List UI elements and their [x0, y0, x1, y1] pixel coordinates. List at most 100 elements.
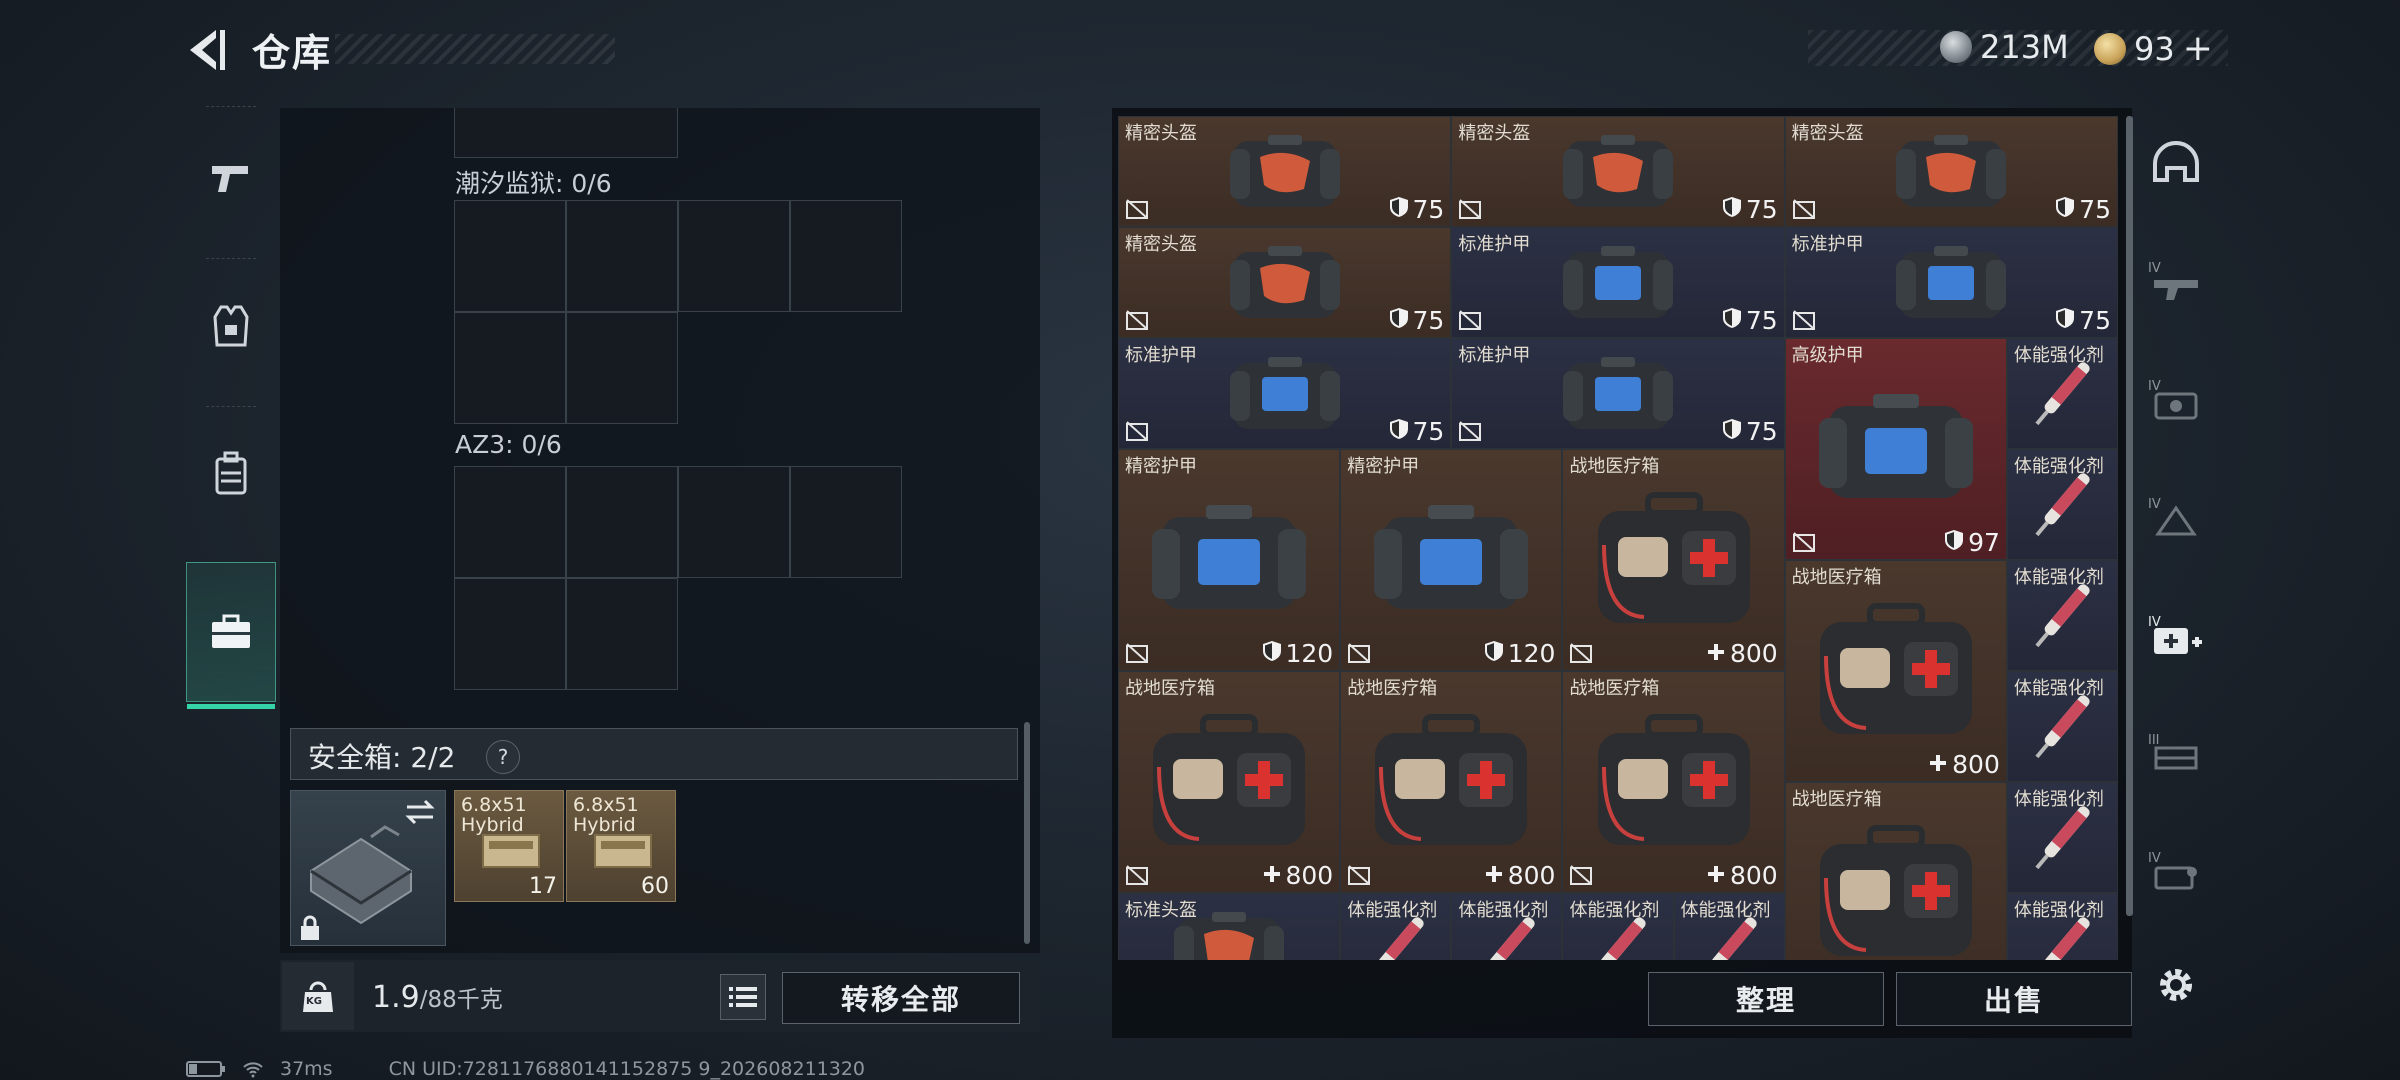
helmet-icon [2153, 141, 2199, 182]
container-slot[interactable] [454, 578, 566, 690]
container-slot[interactable] [566, 200, 678, 312]
weight-unit-label: KG [306, 996, 322, 1007]
stash-scrollbar[interactable] [2126, 116, 2133, 916]
nav-item-weapons[interactable] [186, 108, 276, 248]
help-button[interactable]: ? [486, 740, 520, 774]
stash-item[interactable]: 战地医疗箱 [1784, 782, 2007, 960]
shield-icon [1484, 639, 1504, 668]
stash-item[interactable]: 体能强化剂 [1673, 893, 1785, 960]
medkit-image [1119, 672, 1339, 892]
container-slot[interactable] [566, 312, 678, 424]
container-slot[interactable] [566, 466, 678, 578]
nav-item-tier-misc[interactable]: IV [2136, 816, 2216, 926]
shield-icon [1389, 195, 1409, 224]
list-view-button[interactable] [720, 974, 766, 1020]
no-insurance-icon [1569, 864, 1593, 886]
container-slot[interactable] [678, 466, 790, 578]
item-value: 800 [1928, 750, 2000, 779]
item-value-number: 75 [1412, 306, 1445, 335]
item-name: 体能强化剂 [1347, 900, 1438, 921]
item-name: 精密护甲 [1125, 456, 1197, 477]
stash-item[interactable]: 战地医疗箱 800 [1784, 560, 2007, 782]
stash-item[interactable]: 体能强化剂 [1562, 893, 1674, 960]
item-value-number: 75 [1745, 195, 1778, 224]
item-name: 标准护甲 [1791, 234, 1864, 255]
item-value: 800 [1262, 861, 1333, 890]
container-slot[interactable] [454, 200, 566, 312]
az3-grid [454, 466, 902, 692]
item-value-number: 120 [1507, 639, 1556, 668]
stash-item[interactable]: 高级护甲 97 [1784, 338, 2007, 560]
item-value-number: 75 [1745, 417, 1778, 446]
item-value-number: 97 [1968, 528, 2000, 557]
item-value: 75 [2055, 306, 2111, 335]
sell-button[interactable]: 出售 [1896, 972, 2132, 1026]
nav-item-tier-tool[interactable]: IV [2136, 462, 2216, 572]
stash-item[interactable]: 体能强化剂 [2006, 338, 2118, 449]
equipment-scrollbar[interactable] [1024, 722, 1030, 944]
item-value-number: 75 [1412, 417, 1445, 446]
stash-item[interactable]: 体能强化剂 [2006, 560, 2118, 671]
ammo-item[interactable]: 6.8x51 Hybrid 17 [454, 790, 564, 902]
back-arrow-icon[interactable] [180, 24, 230, 76]
ammo-caliber: 6.8x51 [461, 794, 527, 816]
stash-item[interactable]: 标准护甲 75 [1784, 227, 2118, 338]
nav-item-tier-weapon[interactable]: IV [2136, 226, 2216, 336]
item-name: 体能强化剂 [1680, 900, 1771, 921]
nav-item-armor[interactable] [186, 256, 276, 396]
stash-item[interactable]: 体能强化剂 [2006, 671, 2118, 782]
sort-button[interactable]: 整理 [1648, 972, 1884, 1026]
stash-item[interactable]: 精密护甲 120 [1118, 449, 1341, 671]
transfer-all-button[interactable]: 转移全部 [782, 972, 1020, 1024]
stash-item[interactable]: 精密头盔 75 [1118, 227, 1452, 338]
stash-item[interactable]: 战地医疗箱 800 [1118, 671, 1341, 893]
currency-silver[interactable]: 213M [1940, 28, 2069, 66]
container-slot[interactable] [790, 466, 902, 578]
stash-item[interactable]: 体能强化剂 [1340, 893, 1452, 960]
stash-item[interactable]: 标准护甲 75 [1451, 338, 1785, 449]
item-name: 体能强化剂 [2013, 345, 2104, 366]
rifle-tier-icon: IV [2148, 261, 2198, 300]
stash-item[interactable]: 精密头盔 75 [1451, 116, 1785, 227]
stash-item[interactable]: 标准护甲 75 [1118, 338, 1452, 449]
container-slot[interactable] [790, 200, 902, 312]
container-slot[interactable] [678, 200, 790, 312]
swap-icon[interactable] [403, 799, 437, 825]
stash-item[interactable]: 战地医疗箱 800 [1562, 449, 1785, 671]
settings-button[interactable] [2136, 930, 2216, 1040]
no-insurance-icon [1569, 642, 1593, 664]
item-value-number: 75 [2079, 195, 2111, 224]
container-slot[interactable] [454, 108, 678, 158]
stash-item[interactable]: 体能强化剂 [2006, 893, 2118, 960]
item-name: 精密头盔 [1125, 234, 1197, 255]
container-slot[interactable] [454, 466, 566, 578]
stash-item[interactable]: 体能强化剂 [2006, 449, 2118, 560]
nav-item-tier-armor[interactable]: IV [2136, 344, 2216, 454]
nav-item-tier-gear[interactable]: III [2136, 698, 2216, 808]
stash-item[interactable]: 战地医疗箱 800 [1340, 671, 1563, 893]
item-name: 战地医疗箱 [1125, 678, 1215, 699]
item-value: 75 [1389, 417, 1445, 446]
container-slot[interactable] [454, 312, 566, 424]
silver-coin-icon [1940, 31, 1972, 63]
stash-item[interactable]: 精密护甲 120 [1340, 449, 1563, 671]
stash-item[interactable]: 体能强化剂 [2006, 782, 2118, 893]
nav-item-tier-medical[interactable]: IV [2136, 580, 2216, 690]
stash-item[interactable]: 标准护甲 75 [1451, 227, 1785, 338]
nav-item-safebox[interactable] [186, 562, 276, 709]
ammo-item[interactable]: 6.8x51 Hybrid 60 [566, 790, 676, 902]
add-currency-button[interactable]: + [2183, 28, 2213, 69]
stash-item[interactable]: 体能强化剂 [1451, 893, 1563, 960]
shield-icon [1722, 195, 1742, 224]
safebox-case[interactable] [290, 790, 446, 946]
stash-item[interactable]: 战地医疗箱 800 [1562, 671, 1785, 893]
nav-item-helmet[interactable] [2136, 108, 2216, 218]
stash-item[interactable]: 精密头盔 75 [1118, 116, 1452, 227]
currency-gold[interactable]: 93 + [2094, 28, 2213, 69]
stash-item[interactable]: 标准头盔 [1118, 893, 1341, 960]
stash-item[interactable]: 精密头盔 75 [1784, 116, 2118, 227]
container-slot[interactable] [566, 578, 678, 690]
no-insurance-icon [1125, 642, 1149, 664]
nav-item-backpack[interactable] [186, 404, 276, 544]
item-name: 战地医疗箱 [1569, 678, 1660, 699]
